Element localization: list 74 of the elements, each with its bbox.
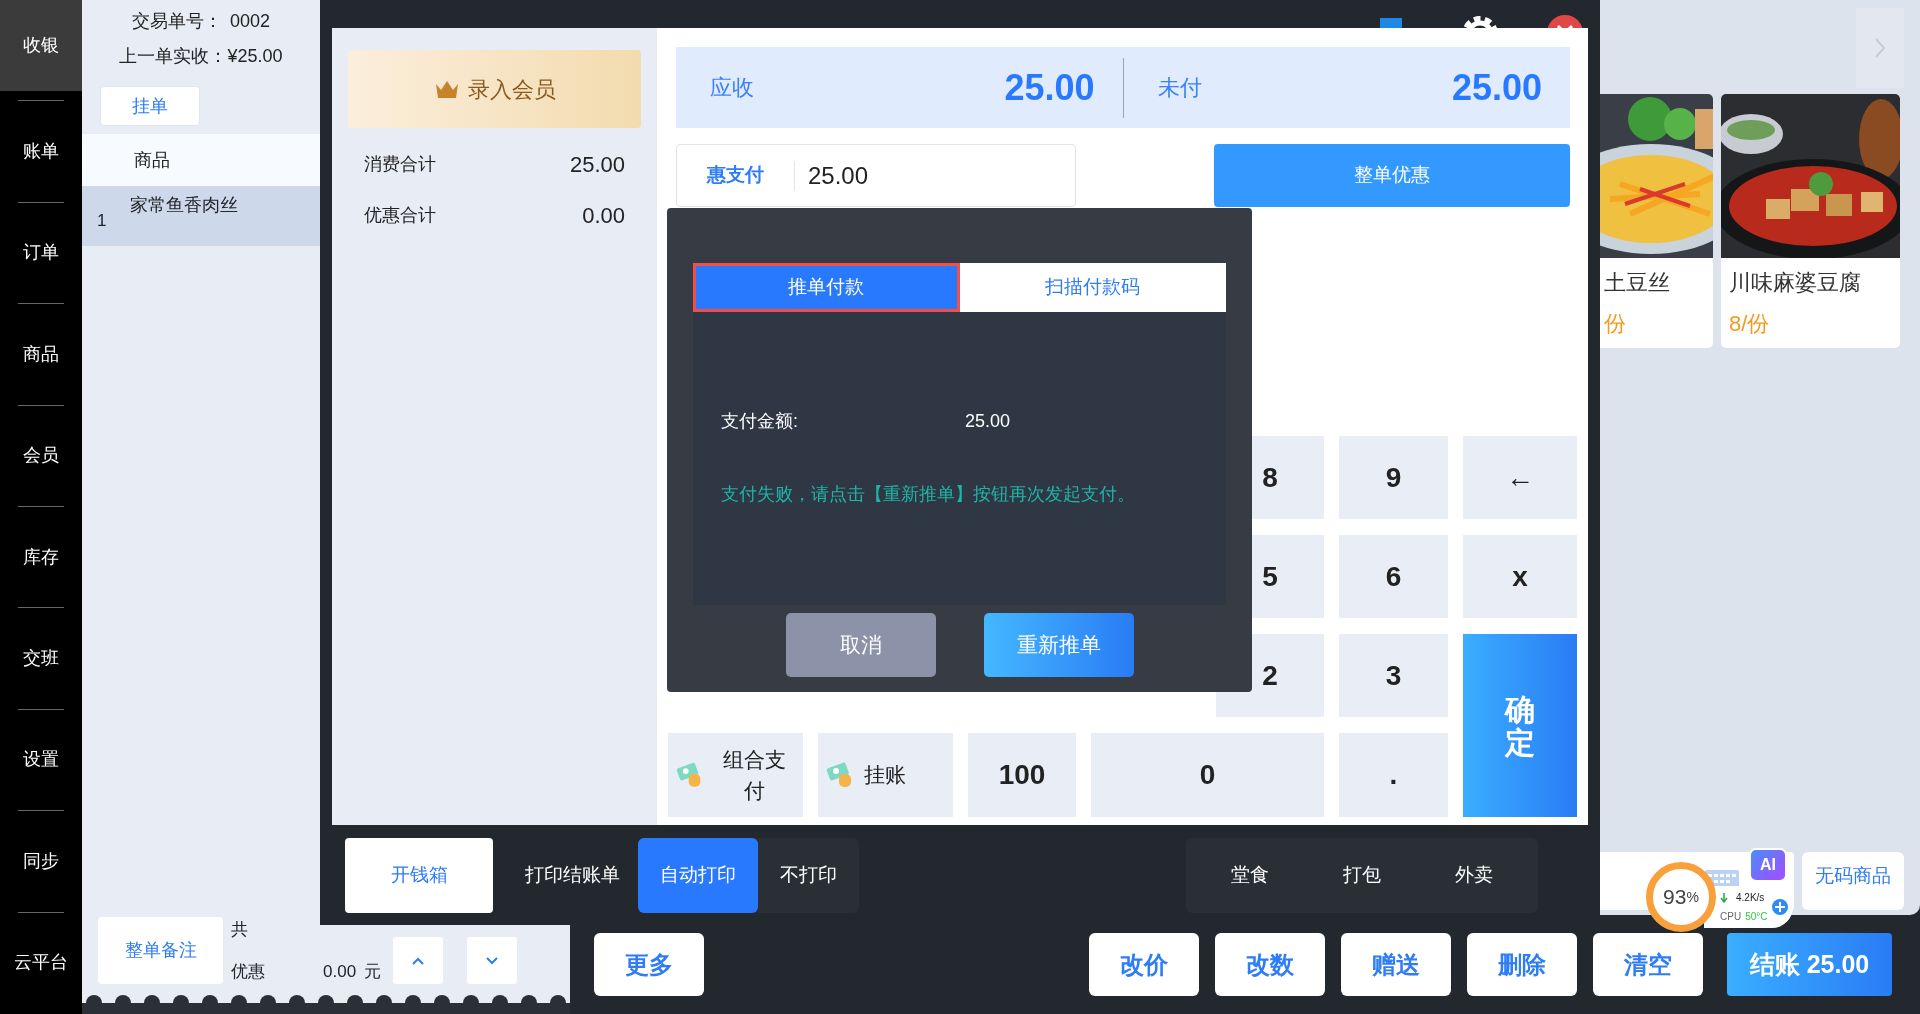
toolbar-button[interactable]: 改价 — [1089, 933, 1199, 996]
dialog-tab[interactable]: 推单付款 — [693, 263, 960, 312]
amount-due-label: 应收 — [710, 74, 754, 102]
row-number: 1 — [97, 210, 107, 232]
keypad-key[interactable]: . — [1339, 733, 1448, 817]
payment-amount: 25.00 — [965, 410, 1011, 433]
trade-number-label: 交易单号： — [131, 10, 222, 33]
product-card[interactable]: 土豆丝 份 — [1600, 94, 1713, 348]
toolbar-button[interactable]: 赠送 — [1341, 933, 1451, 996]
cash-drawer-button[interactable]: 开钱箱 — [345, 837, 493, 913]
keypad-key[interactable]: ← — [1463, 436, 1577, 519]
sidebar-item[interactable]: 设置 — [0, 709, 82, 811]
sidebar-item[interactable]: 账单 — [0, 101, 82, 202]
product-name: 川味麻婆豆腐 — [1729, 269, 1862, 297]
keypad-key[interactable]: 9 — [1339, 436, 1448, 519]
sidebar-item[interactable]: 收银 — [0, 0, 82, 91]
total-label: 优惠合计 — [364, 204, 436, 227]
dialog-tab[interactable]: 扫描付款码 — [959, 263, 1226, 312]
payment-option-button[interactable]: 组合支付 — [668, 733, 803, 817]
print-option[interactable]: 不打印 — [758, 837, 859, 913]
order-type-option[interactable]: 外卖 — [1418, 837, 1530, 913]
unpaid-amount: 25.00 — [1451, 65, 1542, 110]
order-remark-button[interactable]: 整单备注 — [98, 917, 223, 984]
discount-label: 优惠 — [231, 960, 265, 983]
product-name: 土豆丝 — [1604, 269, 1671, 297]
network-speed: 4.2K/s — [1736, 891, 1765, 905]
total-value: 0.00 — [582, 202, 625, 230]
payment-method-label: 惠支付 — [677, 160, 795, 191]
payment-amount-field[interactable]: 惠支付 25.00 — [676, 144, 1076, 207]
amount-due-amount: 25.00 — [1004, 65, 1095, 110]
cpu-label: CPU — [1720, 910, 1742, 924]
sidebar-item[interactable]: 商品 — [0, 304, 82, 405]
last-paid-amount: ¥25.00 — [227, 45, 283, 68]
cpu-temperature: 50°C — [1745, 910, 1768, 924]
total-label: 共 — [231, 919, 249, 941]
ai-badge[interactable]: AI — [1749, 848, 1787, 882]
toolbar-button[interactable]: 删除 — [1467, 933, 1577, 996]
print-receipt-label: 打印结账单 — [525, 862, 620, 887]
product-price: 份 — [1604, 310, 1627, 338]
error-message: 支付失败，请点击【重新推单】按钮再次发起支付。 — [720, 483, 1136, 506]
unpaid-label: 未付 — [1157, 74, 1202, 102]
total-label: 消费合计 — [364, 153, 436, 176]
sidebar-item[interactable]: 会员 — [0, 405, 82, 506]
trade-number: 0002 — [229, 10, 270, 33]
payment-amount-label: 支付金额: — [721, 410, 799, 433]
currency-unit: 元 — [364, 960, 382, 983]
column-header: 商品 — [134, 148, 170, 172]
product-card[interactable]: 川味麻婆豆腐 8/份 — [1721, 94, 1900, 348]
discount-value: 0.00 — [323, 960, 357, 983]
sidebar-item[interactable]: 订单 — [0, 202, 82, 304]
product-price: 8/份 — [1729, 310, 1771, 338]
last-paid-label: 上一单实收： — [119, 45, 228, 68]
keypad-key[interactable]: 3 — [1339, 634, 1448, 717]
toolbar-button[interactable]: 清空 — [1593, 933, 1703, 996]
more-button[interactable]: 更多 — [594, 933, 704, 996]
keypad-key[interactable]: 0 — [1091, 733, 1324, 817]
order-type-option[interactable]: 打包 — [1306, 837, 1418, 913]
sidebar-item[interactable]: 库存 — [0, 506, 82, 608]
toolbar-button[interactable]: 改数 — [1215, 933, 1325, 996]
print-option[interactable]: 自动打印 — [638, 837, 758, 913]
sidebar-item[interactable]: 云平台 — [0, 912, 82, 1013]
order-row[interactable]: 1 家常鱼香肉丝 — [82, 186, 320, 246]
payment-option-button[interactable]: 挂账 — [818, 733, 953, 817]
hold-order-button[interactable]: 挂单 — [100, 86, 200, 126]
sidebar-item[interactable]: 同步 — [0, 811, 82, 912]
no-code-item-button[interactable]: 无码商品 — [1802, 852, 1904, 910]
keypad-key[interactable]: 100 — [968, 733, 1076, 817]
total-value: 25.00 — [569, 151, 625, 179]
keypad-key[interactable]: x — [1463, 535, 1577, 618]
member-entry-button[interactable]: 录入会员 — [348, 50, 641, 128]
order-type-option[interactable]: 堂食 — [1194, 837, 1306, 913]
keypad-key[interactable]: 6 — [1339, 535, 1448, 618]
item-name: 家常鱼香肉丝 — [130, 194, 238, 217]
sidebar-item[interactable]: 交班 — [0, 608, 82, 709]
